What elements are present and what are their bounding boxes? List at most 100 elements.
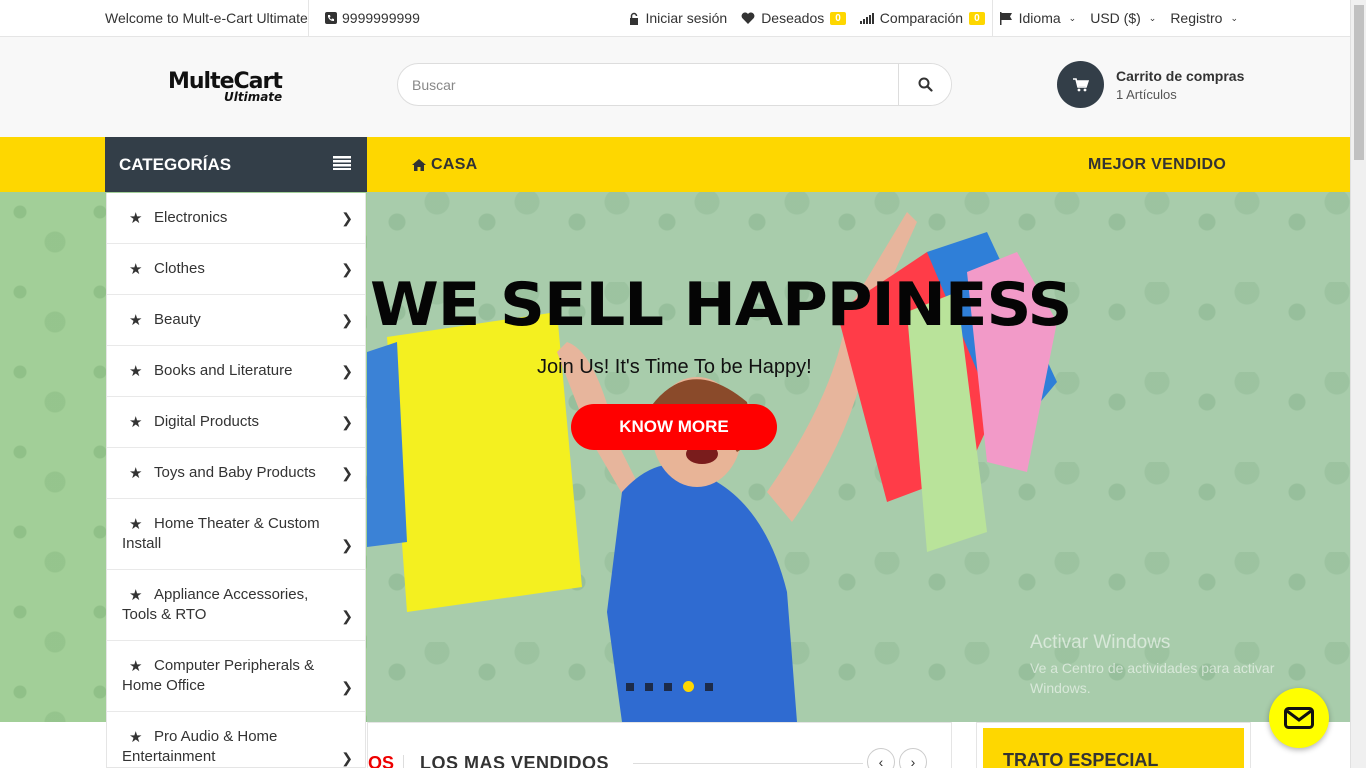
site-header: MulteCart Ultimate Carrito de compras 1 …	[0, 37, 1350, 137]
language-label: Idioma	[1018, 10, 1061, 26]
slider-dot[interactable]	[626, 682, 634, 691]
chevron-right-icon: ›	[910, 754, 916, 768]
carousel-prev-button[interactable]: ‹	[867, 748, 895, 768]
search-icon	[918, 77, 933, 92]
category-label: Home Theater & Custom Install	[122, 515, 320, 552]
scrollbar-thumb[interactable]	[1354, 5, 1364, 160]
cart-icon-circle	[1057, 61, 1104, 108]
special-deal-label: TRATO ESPECIAL	[1003, 750, 1159, 768]
know-more-button[interactable]: KNOW MORE	[571, 404, 777, 450]
category-item[interactable]: ★ Electronics ❯	[107, 193, 365, 244]
windows-activation-watermark: Activar Windows Ve a Centro de actividad…	[1030, 632, 1320, 698]
watermark-text: Ve a Centro de actividades para activar …	[1030, 660, 1275, 696]
language-dropdown[interactable]: Idioma ⌄	[991, 0, 1084, 36]
chevron-right-icon: ❯	[341, 413, 353, 430]
star-icon: ★	[129, 414, 143, 431]
category-item[interactable]: ★ Clothes ❯	[107, 244, 365, 295]
search-button[interactable]	[898, 64, 951, 105]
logo-subline: Ultimate	[224, 90, 283, 104]
category-label: Books and Literature	[154, 362, 293, 379]
category-item[interactable]: ★ Toys and Baby Products ❯	[107, 448, 365, 499]
register-dropdown[interactable]: Registro ⌄	[1163, 0, 1245, 36]
envelope-icon	[1284, 707, 1314, 729]
product-tabs: OS LOS MAS VENDIDOS ‹ ›	[367, 722, 952, 768]
search-bar	[397, 63, 952, 106]
wishlist-label: Deseados	[761, 10, 825, 26]
category-item[interactable]: ★ Digital Products ❯	[107, 397, 365, 448]
search-input[interactable]	[398, 64, 898, 105]
slider-dot-active[interactable]	[683, 681, 694, 692]
home-icon	[412, 159, 426, 171]
contact-mail-button[interactable]	[1269, 688, 1329, 748]
chevron-right-icon: ❯	[341, 679, 353, 695]
cart-item-count: 1 Artículos	[1116, 86, 1177, 102]
tab-underline	[633, 763, 863, 764]
star-icon: ★	[129, 516, 143, 533]
category-item[interactable]: ★ Appliance Accessories, Tools & RTO ❯	[107, 570, 365, 641]
category-label: Pro Audio & Home Entertainment	[122, 728, 278, 765]
category-item[interactable]: ★ Books and Literature ❯	[107, 346, 365, 397]
site-logo[interactable]: MulteCart Ultimate	[168, 69, 303, 105]
chevron-left-icon: ‹	[878, 754, 884, 768]
register-label: Registro	[1170, 10, 1223, 26]
phone-icon	[325, 12, 337, 24]
category-item[interactable]: ★ Beauty ❯	[107, 295, 365, 346]
cart-widget[interactable]: Carrito de compras 1 Artículos	[1057, 61, 1244, 108]
slider-dot[interactable]	[705, 682, 713, 691]
login-label: Iniciar sesión	[645, 10, 728, 26]
category-label: Digital Products	[154, 413, 260, 430]
login-link[interactable]: Iniciar sesión	[622, 0, 734, 36]
topbar-divider	[308, 0, 309, 36]
nav-best-seller-link[interactable]: MEJOR VENDIDO	[1088, 156, 1226, 174]
hero-headline: WE SELL HAPPINESS	[370, 270, 1072, 340]
page-scrollbar[interactable]	[1350, 0, 1366, 768]
slider-dot[interactable]	[645, 682, 653, 691]
chevron-right-icon: ❯	[341, 362, 353, 379]
chevron-down-icon: ⌄	[1068, 12, 1077, 23]
star-icon: ★	[129, 729, 143, 746]
nav-home-label: CASA	[431, 156, 478, 173]
star-icon: ★	[129, 210, 143, 227]
category-label: Computer Peripherals & Home Office	[122, 657, 315, 694]
chevron-right-icon: ❯	[341, 311, 353, 328]
compare-label: Comparación	[879, 10, 964, 26]
wishlist-link[interactable]: Deseados 0	[734, 0, 853, 36]
phone-info: 9999999999	[325, 10, 420, 26]
category-item[interactable]: ★ Computer Peripherals & Home Office ❯	[107, 641, 365, 712]
star-icon: ★	[129, 465, 143, 482]
special-deal-header: TRATO ESPECIAL	[983, 728, 1244, 768]
star-icon: ★	[129, 658, 143, 675]
chevron-right-icon: ❯	[341, 608, 353, 624]
compare-count-badge: 0	[969, 11, 985, 25]
wishlist-count-badge: 0	[830, 11, 846, 25]
lock-icon	[630, 12, 639, 25]
chevron-down-icon: ⌄	[1230, 12, 1238, 23]
star-icon: ★	[129, 587, 143, 604]
category-item[interactable]: ★ Home Theater & Custom Install ❯	[107, 499, 365, 570]
currency-dropdown[interactable]: USD ($) ⌄	[1083, 0, 1163, 36]
nav-best-seller-label: MEJOR VENDIDO	[1088, 156, 1227, 173]
hero-subtitle: Join Us! It's Time To be Happy!	[537, 356, 812, 378]
slider-dot[interactable]	[664, 682, 672, 691]
tab-partial[interactable]: OS	[368, 753, 394, 768]
carousel-next-button[interactable]: ›	[899, 748, 927, 768]
slider-dots	[626, 681, 713, 692]
phone-number: 9999999999	[342, 10, 420, 26]
categories-label: CATEGORÍAS	[119, 155, 232, 174]
categories-toggle[interactable]: CATEGORÍAS	[105, 137, 367, 192]
star-icon: ★	[129, 363, 143, 380]
category-item[interactable]: ★ Pro Audio & Home Entertainment ❯	[107, 712, 365, 767]
tab-best-sellers[interactable]: LOS MAS VENDIDOS	[420, 753, 609, 768]
compare-link[interactable]: Comparación 0	[853, 0, 992, 36]
chevron-right-icon: ❯	[341, 464, 353, 481]
chevron-right-icon: ❯	[341, 750, 353, 766]
star-icon: ★	[129, 261, 143, 278]
category-label: Appliance Accessories, Tools & RTO	[122, 586, 309, 623]
category-label: Toys and Baby Products	[154, 464, 316, 481]
main-nav: CATEGORÍAS CASA MEJOR VENDIDO	[0, 137, 1350, 192]
heart-icon	[741, 12, 755, 24]
nav-home-link[interactable]: CASA	[412, 156, 478, 174]
welcome-text: Welcome to Mult-e-Cart Ultimate	[105, 10, 308, 26]
chevron-right-icon: ❯	[341, 209, 353, 226]
cart-icon	[1072, 77, 1089, 91]
